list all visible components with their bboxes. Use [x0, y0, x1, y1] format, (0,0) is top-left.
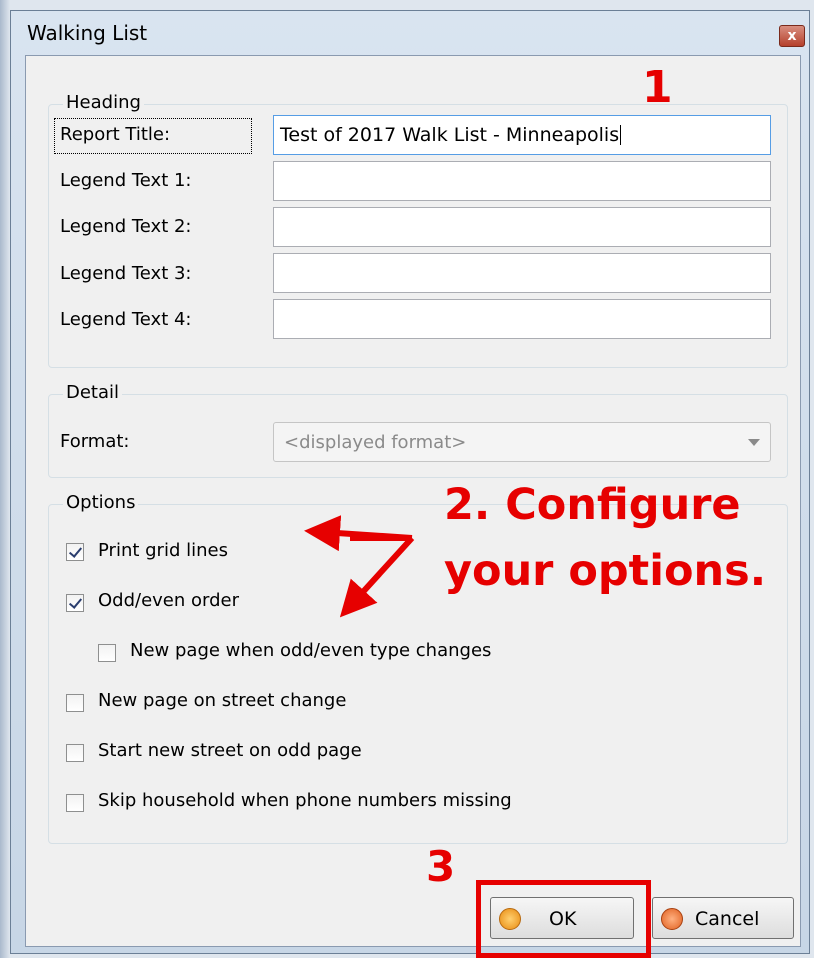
annotation-arrows	[304, 515, 415, 618]
arrow-down-left-icon	[339, 535, 415, 618]
arrow-left-icon	[304, 515, 413, 552]
ok-button-highlight-box	[476, 880, 651, 958]
